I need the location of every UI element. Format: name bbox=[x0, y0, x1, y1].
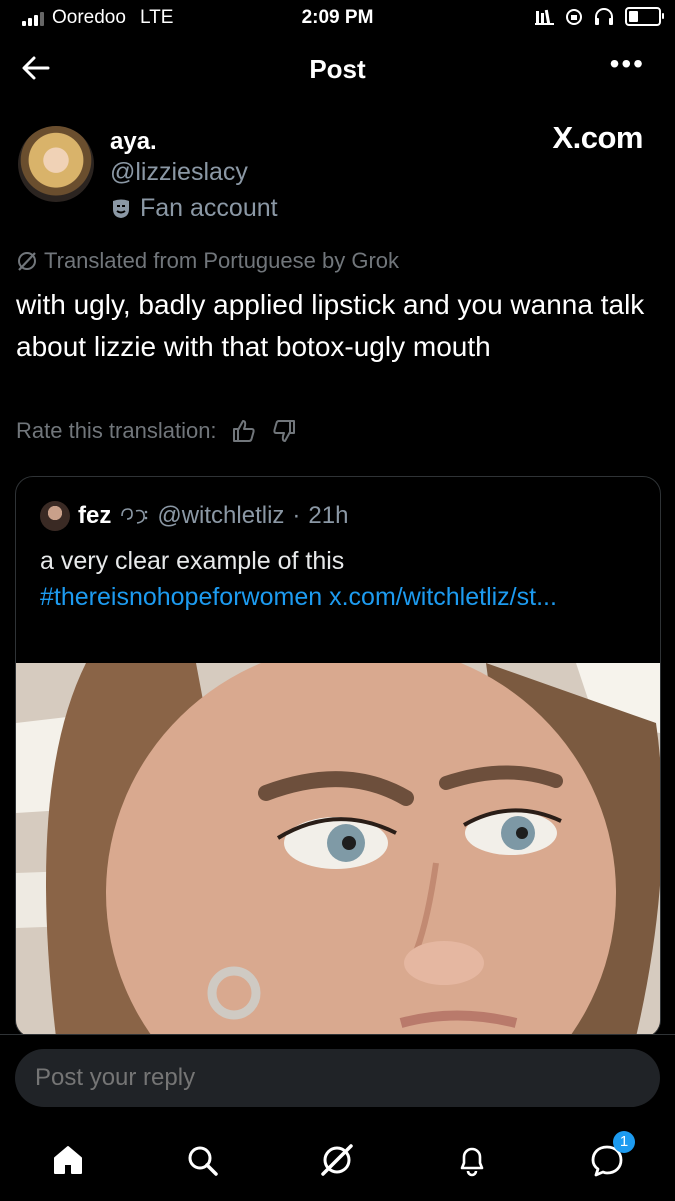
home-icon bbox=[54, 1146, 82, 1174]
url-link[interactable]: x.com/witchletliz/st... bbox=[329, 583, 557, 611]
user-handle[interactable]: @lizzieslacy bbox=[110, 158, 248, 187]
quoted-post[interactable]: fez @witchletliz · 21h a very clear exam… bbox=[15, 476, 661, 1038]
messages-badge: 1 bbox=[613, 1131, 635, 1153]
post-text: with ugly, badly applied lipstick and yo… bbox=[16, 289, 645, 362]
tab-home[interactable] bbox=[38, 1135, 98, 1185]
display-name[interactable]: aya. bbox=[110, 128, 157, 156]
tab-bar: 1 bbox=[0, 1131, 675, 1195]
quoted-text: a very clear example of this #thereisnoh… bbox=[40, 543, 640, 615]
quoted-media[interactable] bbox=[16, 663, 660, 1037]
tab-messages[interactable]: 1 bbox=[577, 1131, 637, 1185]
tab-grok[interactable] bbox=[307, 1135, 367, 1185]
battery-icon bbox=[625, 7, 664, 26]
quoted-timestamp: 21h bbox=[308, 502, 349, 529]
back-arrow-icon bbox=[22, 56, 50, 80]
quoted-post-header: fez @witchletliz · 21h bbox=[40, 501, 348, 531]
separator-dot: · bbox=[292, 502, 301, 529]
status-icons bbox=[535, 7, 664, 26]
headphones-icon bbox=[595, 7, 613, 25]
media-image bbox=[16, 663, 660, 1037]
hashtag-link[interactable]: #thereisnohopeforwomen bbox=[40, 583, 322, 611]
badge-label: Fan account bbox=[140, 194, 278, 222]
top-bar: Post ••• bbox=[0, 44, 675, 94]
quoted-handle: @witchletliz bbox=[157, 502, 285, 529]
bottom-area: 1 bbox=[0, 1034, 675, 1201]
rate-translation: Rate this translation: bbox=[16, 418, 297, 444]
bell-icon bbox=[460, 1147, 484, 1177]
search-icon bbox=[188, 1146, 218, 1176]
more-options-button[interactable]: ••• bbox=[610, 50, 645, 78]
thumbs-down-icon[interactable] bbox=[271, 418, 297, 444]
grok-icon bbox=[18, 252, 36, 271]
theater-mask-icon bbox=[113, 199, 129, 218]
thumbs-up-icon[interactable] bbox=[231, 418, 257, 444]
tab-notifications[interactable] bbox=[442, 1135, 502, 1185]
translation-note: Translated from Portuguese by Grok bbox=[16, 248, 399, 274]
library-icon bbox=[535, 9, 554, 25]
tab-search[interactable] bbox=[172, 1135, 232, 1185]
quoted-text-plain: a very clear example of this bbox=[40, 547, 345, 575]
emoji-icon bbox=[121, 508, 148, 524]
source-label: X.com bbox=[552, 120, 643, 155]
translation-text: Translated from Portuguese by Grok bbox=[44, 248, 400, 273]
fan-account-badge: Fan account bbox=[110, 194, 278, 223]
quoted-display-name: fez bbox=[78, 502, 112, 529]
status-bar: Ooredoo LTE 2:09 PM bbox=[0, 0, 675, 36]
page-title: Post bbox=[309, 54, 366, 84]
post-author: aya. @lizzieslacy Fan account X.com bbox=[0, 120, 675, 223]
reply-input[interactable] bbox=[15, 1049, 660, 1107]
quoted-avatar bbox=[40, 501, 70, 531]
back-button[interactable] bbox=[20, 52, 60, 86]
grok-icon bbox=[321, 1144, 353, 1176]
rate-label: Rate this translation: bbox=[16, 418, 217, 443]
avatar[interactable] bbox=[18, 126, 94, 202]
rotation-lock-icon bbox=[566, 8, 582, 25]
